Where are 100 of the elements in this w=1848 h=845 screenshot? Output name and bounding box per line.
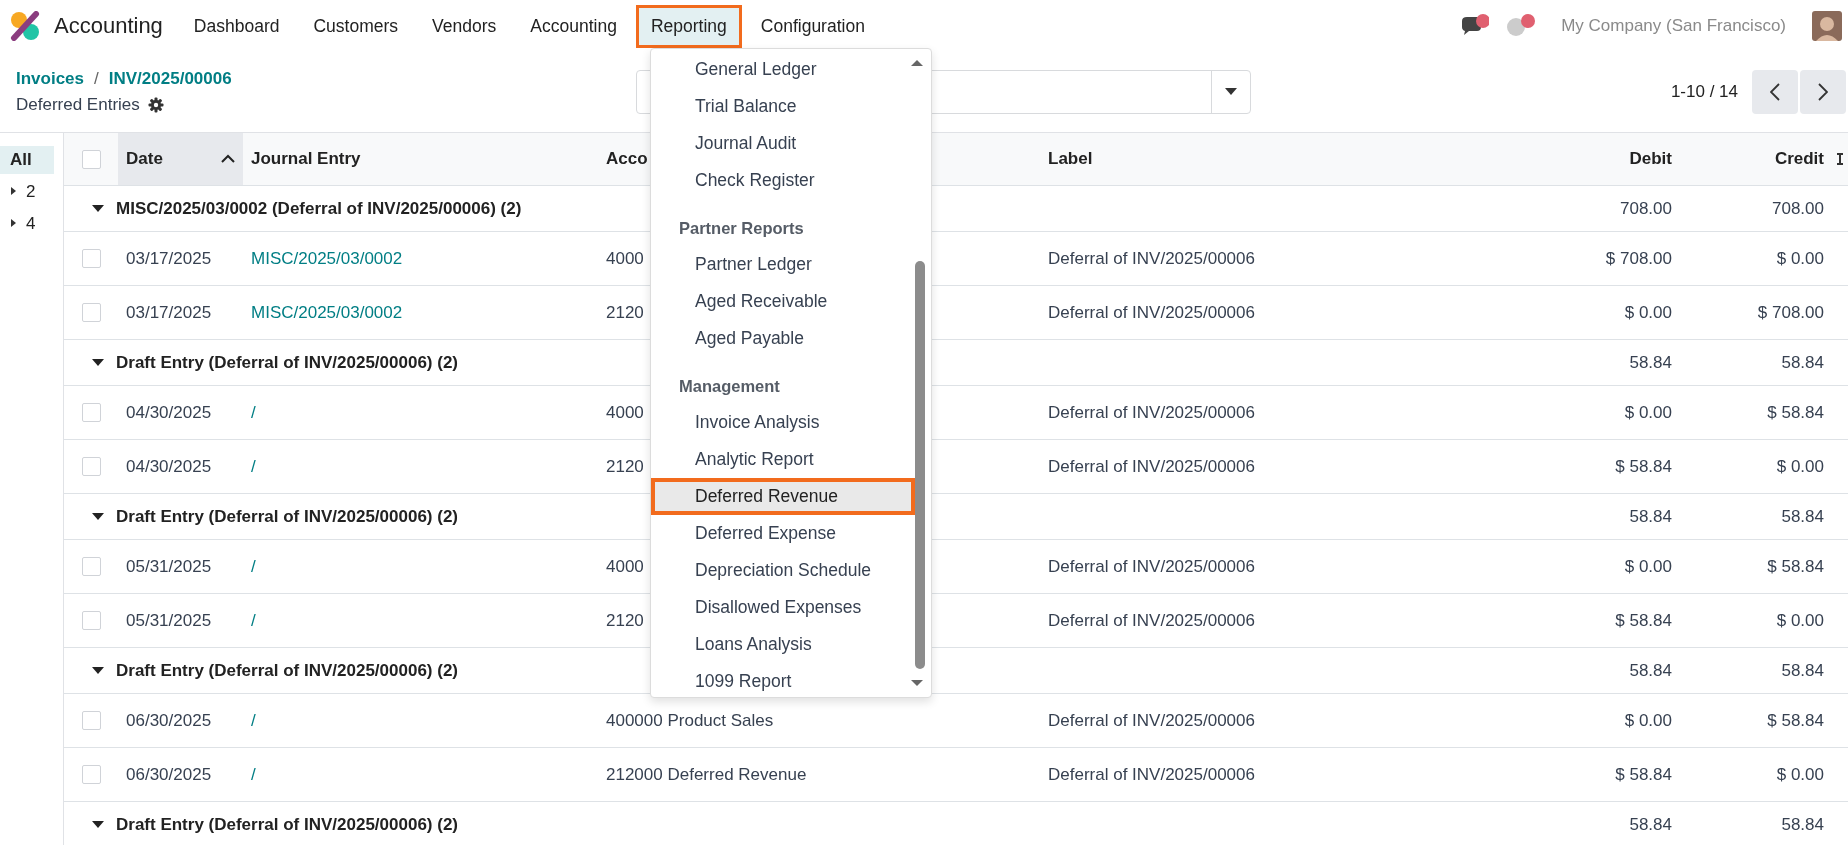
row-checkbox[interactable] [81, 403, 101, 422]
table-cell-text: Deferral of INV/2025/00006 [1047, 764, 1256, 785]
nav-menu-item[interactable]: Configuration [745, 4, 880, 48]
journal-entry-link[interactable]: / [251, 710, 256, 731]
column-header[interactable]: Journal Entry [243, 133, 598, 185]
company-name[interactable]: My Company (San Francisco) [1561, 16, 1786, 36]
table-cell-text: $ 0.00 [1775, 764, 1825, 785]
menu-item[interactable]: Journal Audit [651, 125, 907, 162]
row-checkbox[interactable] [81, 457, 101, 476]
table-cell-text: $ 708.00 [1604, 248, 1673, 269]
caret-icon [10, 219, 18, 229]
group-header[interactable]: MISC/2025/03/0002 (Deferral of INV/2025/00006) (2) [116, 198, 522, 219]
column-options-icon [1837, 152, 1843, 166]
gear-icon [147, 97, 164, 113]
nav-menu-item[interactable]: Dashboard [178, 4, 295, 48]
pager-value[interactable]: 1-10 / 14 [1670, 82, 1738, 102]
journal-entry-link[interactable]: / [251, 402, 256, 423]
caret-icon [10, 187, 18, 197]
table-cell-text: $ 58.84 [1766, 556, 1825, 577]
group-filter-item[interactable]: 4 [0, 210, 54, 238]
journal-entry-link[interactable]: MISC/2025/03/0002 [251, 248, 403, 269]
group-header[interactable]: Draft Entry (Deferral of INV/2025/00006) (2) [116, 660, 459, 681]
group-filter-item[interactable]: 2 [0, 178, 54, 206]
table-cell-text: 06/30/2025 [125, 710, 213, 731]
nav-menu-item[interactable]: Customers [298, 4, 414, 48]
menu-item[interactable]: Deferred Expense [651, 515, 907, 552]
table-cell-text: $ 0.00 [1623, 402, 1673, 423]
row-checkbox[interactable] [81, 711, 101, 730]
journal-entry-link[interactable]: / [251, 556, 256, 577]
group-total: 58.84 [1628, 506, 1673, 527]
nav-menu-item[interactable]: Reporting [635, 4, 742, 48]
table-cell-text: 05/31/2025 [125, 610, 213, 631]
group-filter-item[interactable]: All [0, 146, 54, 174]
column-header[interactable]: Credit [1680, 133, 1832, 185]
menu-item[interactable]: Loans Analysis [651, 626, 907, 663]
table-cell: 4000 [606, 402, 644, 423]
table-cell-text: Deferral of INV/2025/00006 [1047, 710, 1256, 731]
table-cell: 4000 [606, 248, 644, 269]
chevron-right-icon [1818, 83, 1828, 101]
group-header[interactable]: Draft Entry (Deferral of INV/2025/00006) (2) [116, 352, 459, 373]
menu-item[interactable]: Aged Payable [651, 320, 907, 357]
group-total: 58.84 [1780, 352, 1825, 373]
menu-item[interactable]: Trial Balance [651, 88, 907, 125]
menu-section-header: Partner Reports [678, 218, 805, 239]
table-cell-text: 03/17/2025 [125, 302, 213, 323]
table-cell-text: Deferral of INV/2025/00006 [1047, 456, 1256, 477]
menu-item[interactable]: Depreciation Schedule [651, 552, 907, 589]
row-checkbox[interactable] [81, 611, 101, 630]
table-cell-text: $ 0.00 [1775, 610, 1825, 631]
breadcrumb-link[interactable]: INV/2025/00006 [108, 69, 232, 89]
table-cell-text: Deferral of INV/2025/00006 [1047, 402, 1256, 423]
menu-item[interactable]: Aged Receivable [651, 283, 907, 320]
menu-item[interactable]: Disallowed Expenses [651, 589, 907, 626]
group-header[interactable]: Draft Entry (Deferral of INV/2025/00006) (2) [116, 814, 459, 835]
breadcrumb-separator: / [94, 69, 99, 89]
user-avatar[interactable] [1812, 11, 1842, 41]
journal-entry-link[interactable]: MISC/2025/03/0002 [251, 302, 403, 323]
group-header[interactable]: Draft Entry (Deferral of INV/2025/00006) (2) [116, 506, 459, 527]
journal-entry-link[interactable]: / [251, 456, 256, 477]
table-cell-text: 05/31/2025 [125, 556, 213, 577]
menu-section-header: Management [678, 376, 781, 397]
row-checkbox[interactable] [81, 765, 101, 784]
select-all-checkbox[interactable] [81, 149, 101, 169]
journal-entry-link[interactable]: / [251, 764, 256, 785]
column-header[interactable]: Label [1040, 133, 1480, 185]
scrollbar-thumb[interactable] [915, 261, 925, 669]
table-cell-text: $ 0.00 [1623, 710, 1673, 731]
nav-menu-item[interactable]: Vendors [417, 4, 512, 48]
menu-item[interactable]: Deferred Revenue [651, 478, 915, 515]
group-total: 708.00 [1771, 198, 1825, 219]
table-cell-text: 04/30/2025 [125, 402, 213, 423]
table-cell-text: $ 708.00 [1756, 302, 1825, 323]
row-checkbox[interactable] [81, 557, 101, 576]
next-button[interactable] [1800, 70, 1846, 114]
table-cell-text: $ 58.84 [1614, 764, 1673, 785]
menu-item[interactable]: Invoice Analysis [651, 404, 907, 441]
journal-entry-link[interactable]: / [251, 610, 256, 631]
column-header[interactable]: Date [118, 133, 243, 185]
sort-icon [221, 154, 235, 164]
nav-menu-item[interactable]: Accounting [515, 4, 632, 48]
row-checkbox[interactable] [81, 249, 101, 268]
menu-item[interactable]: General Ledger [651, 51, 907, 88]
menu-item[interactable]: Check Register [651, 162, 907, 199]
table-cell-text: $ 58.84 [1766, 710, 1825, 731]
table-cell-text: $ 0.00 [1623, 556, 1673, 577]
table-cell: 2120 [606, 302, 644, 323]
breadcrumb-link[interactable]: Invoices [16, 69, 85, 89]
table-cell-text: Deferral of INV/2025/00006 [1047, 248, 1256, 269]
table-cell-text: Deferral of INV/2025/00006 [1047, 302, 1256, 323]
table-cell-text: Deferral of INV/2025/00006 [1047, 556, 1256, 577]
app-logo-icon [10, 11, 40, 41]
group-total: 58.84 [1628, 352, 1673, 373]
column-header[interactable]: Debit [1480, 133, 1680, 185]
previous-button[interactable] [1752, 70, 1798, 114]
menu-item[interactable]: Partner Ledger [651, 246, 907, 283]
table-cell-text: $ 58.84 [1614, 456, 1673, 477]
table-cell: 400000 Product Sales [606, 710, 774, 731]
row-checkbox[interactable] [81, 303, 101, 322]
menu-item[interactable]: 1099 Report [651, 663, 907, 697]
menu-item[interactable]: Analytic Report [651, 441, 907, 478]
